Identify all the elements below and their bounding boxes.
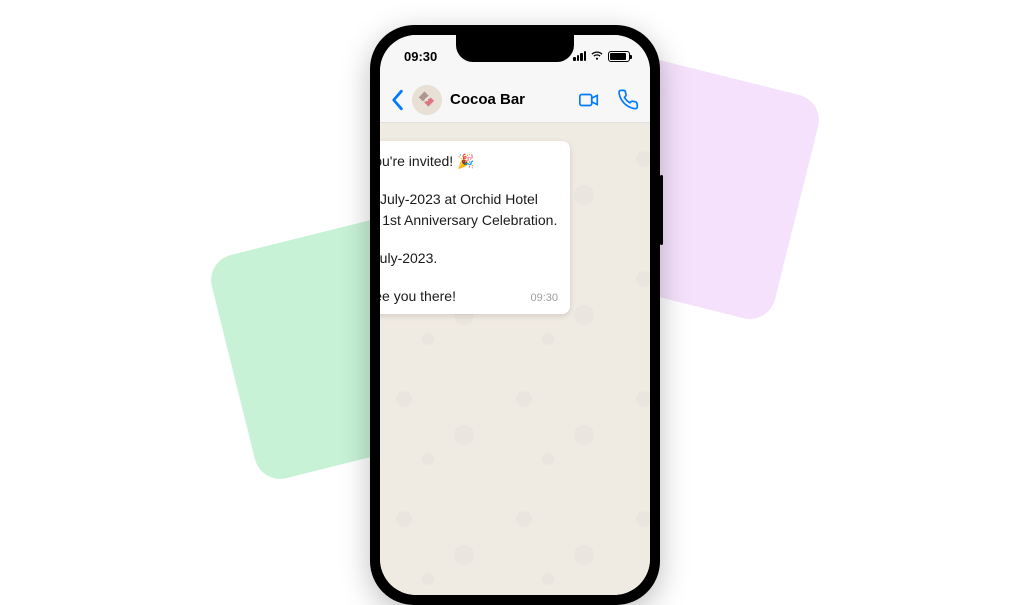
message-timestamp: 09:30: [530, 291, 558, 307]
wifi-icon: [590, 51, 604, 61]
phone-screen: 09:30 🍫 Cocoa Bar: [380, 35, 650, 595]
phone-frame: 09:30 🍫 Cocoa Bar: [370, 25, 660, 605]
incoming-message-bubble[interactable]: Hey Sunny, you're invited! 🎉 Join us on …: [380, 141, 570, 314]
message-line-1: Hey Sunny, you're invited! 🎉: [380, 151, 558, 171]
voice-call-button[interactable]: [618, 89, 640, 111]
status-time: 09:30: [404, 49, 437, 64]
message-line-2: Join us on 09-July-2023 at Orchid Hotel …: [380, 189, 558, 230]
message-line-4: We hope to see you there!: [380, 286, 456, 306]
phone-side-button: [660, 175, 663, 245]
message-line-3: RSVP by 05-July-2023.: [380, 248, 558, 268]
status-indicators: [573, 51, 630, 62]
battery-icon: [608, 51, 630, 62]
chat-header: 🍫 Cocoa Bar: [380, 77, 650, 123]
contact-name[interactable]: Cocoa Bar: [450, 91, 570, 108]
back-button[interactable]: [390, 89, 404, 111]
signal-icon: [573, 51, 586, 61]
avatar-icon: 🍫: [418, 91, 435, 108]
contact-avatar[interactable]: 🍫: [412, 85, 442, 115]
video-call-button[interactable]: [578, 89, 600, 111]
phone-notch: [456, 35, 574, 62]
chat-body[interactable]: Hey Sunny, you're invited! 🎉 Join us on …: [380, 123, 650, 595]
